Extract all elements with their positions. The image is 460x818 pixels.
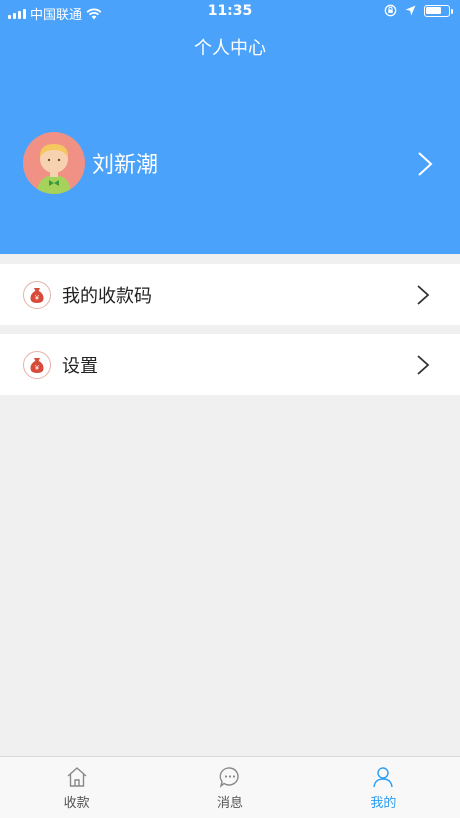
tab-bar: 收款 消息 我的 xyxy=(0,756,460,818)
location-icon xyxy=(405,5,416,16)
menu-item-payment-code[interactable]: ¥ 我的收款码 xyxy=(0,264,460,325)
avatar[interactable] xyxy=(23,132,85,194)
tab-collect[interactable]: 收款 xyxy=(0,757,153,818)
chevron-right-icon xyxy=(417,285,430,305)
tab-label: 消息 xyxy=(216,796,243,811)
tab-label: 收款 xyxy=(63,796,90,811)
menu-item-settings[interactable]: ¥ 设置 xyxy=(0,334,460,395)
status-bar: 中国联通 11:35 xyxy=(0,0,460,24)
profile-row[interactable]: 刘新潮 xyxy=(23,132,443,194)
home-icon xyxy=(67,767,87,787)
svg-text:¥: ¥ xyxy=(35,364,40,372)
money-bag-icon: ¥ xyxy=(23,280,51,309)
tab-label: 我的 xyxy=(370,796,397,811)
svg-text:¥: ¥ xyxy=(35,294,40,302)
orientation-lock-icon xyxy=(384,4,397,17)
battery-icon xyxy=(424,4,453,17)
tab-mine[interactable]: 我的 xyxy=(307,757,460,818)
username: 刘新潮 xyxy=(92,153,159,178)
money-bag-icon: ¥ xyxy=(23,350,51,379)
status-right xyxy=(384,4,453,17)
header: 中国联通 11:35 个人中心 刘新潮 xyxy=(0,0,460,254)
chevron-right-icon xyxy=(417,355,430,375)
menu-item-label: 我的收款码 xyxy=(62,285,152,307)
chat-bubble-icon xyxy=(219,767,239,788)
chevron-right-icon[interactable] xyxy=(417,151,433,177)
tab-messages[interactable]: 消息 xyxy=(153,757,306,818)
menu-item-label: 设置 xyxy=(62,355,98,377)
user-icon xyxy=(373,767,394,788)
page-title: 个人中心 xyxy=(194,38,266,59)
